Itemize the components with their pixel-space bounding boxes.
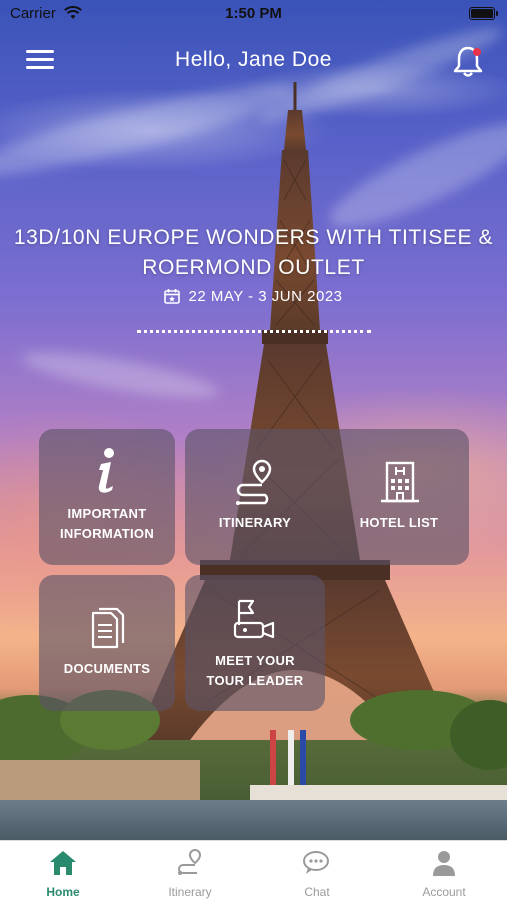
home-icon <box>50 851 76 875</box>
documents-icon <box>91 607 125 649</box>
trip-dates: 22 MAY - 3 JUN 2023 <box>0 288 507 305</box>
important-information-tile[interactable]: IMPORTANT INFORMATION <box>39 429 175 565</box>
nav-item-itinerary[interactable]: Itinerary <box>127 841 253 900</box>
tour-leader-flag-icon <box>233 599 275 639</box>
clock-time: 1:50 PM <box>225 5 282 22</box>
battery-icon <box>469 7 498 20</box>
hero-background <box>0 0 507 840</box>
notification-dot <box>473 48 481 56</box>
important-information-label-line1: IMPORTANT <box>67 506 147 521</box>
bottom-navigation-bar: Home Itinerary Chat Account <box>0 840 507 900</box>
nav-item-account[interactable]: Account <box>381 841 507 900</box>
calendar-icon <box>164 289 181 304</box>
important-information-label-line2: INFORMATION <box>59 526 155 541</box>
itinerary-tile[interactable]: ITINERARY <box>185 429 325 565</box>
route-pin-icon <box>236 459 272 505</box>
itinerary-hotel-tile-group: ITINERARY HOTEL LIST <box>185 429 469 565</box>
dotted-divider <box>137 330 371 333</box>
bell-icon[interactable] <box>452 44 484 78</box>
documents-tile-label: DOCUMENTS <box>63 661 151 676</box>
greeting-text: Hello, Jane Doe <box>175 48 332 71</box>
itinerary-tile-label: ITINERARY <box>218 515 292 530</box>
nav-label-home: Home <box>46 885 80 899</box>
trip-title: 13D/10N EUROPE WONDERS WITH TITISEE & RO… <box>13 226 494 279</box>
nav-item-home[interactable]: Home <box>0 841 126 900</box>
trip-dates-text: 22 MAY - 3 JUN 2023 <box>188 288 343 305</box>
nav-label-itinerary: Itinerary <box>168 885 212 899</box>
route-icon <box>178 849 202 875</box>
hotel-list-tile[interactable]: HOTEL LIST <box>329 429 469 565</box>
nav-label-account: Account <box>422 885 466 899</box>
nav-label-chat: Chat <box>304 885 330 899</box>
meet-tour-leader-label-line1: MEET YOUR <box>215 653 295 668</box>
chat-bubbles-icon <box>303 851 329 874</box>
hotel-list-tile-label: HOTEL LIST <box>359 515 439 530</box>
status-bar: Carrier 1:50 PM <box>0 0 507 28</box>
nav-item-chat[interactable]: Chat <box>254 841 380 900</box>
hotel-building-icon <box>381 461 419 503</box>
meet-tour-leader-label-line2: TOUR LEADER <box>206 673 304 688</box>
meet-tour-leader-tile[interactable]: MEET YOUR TOUR LEADER <box>185 575 325 711</box>
documents-tile[interactable]: DOCUMENTS <box>39 575 175 711</box>
person-icon <box>433 851 455 876</box>
info-icon <box>98 448 114 493</box>
